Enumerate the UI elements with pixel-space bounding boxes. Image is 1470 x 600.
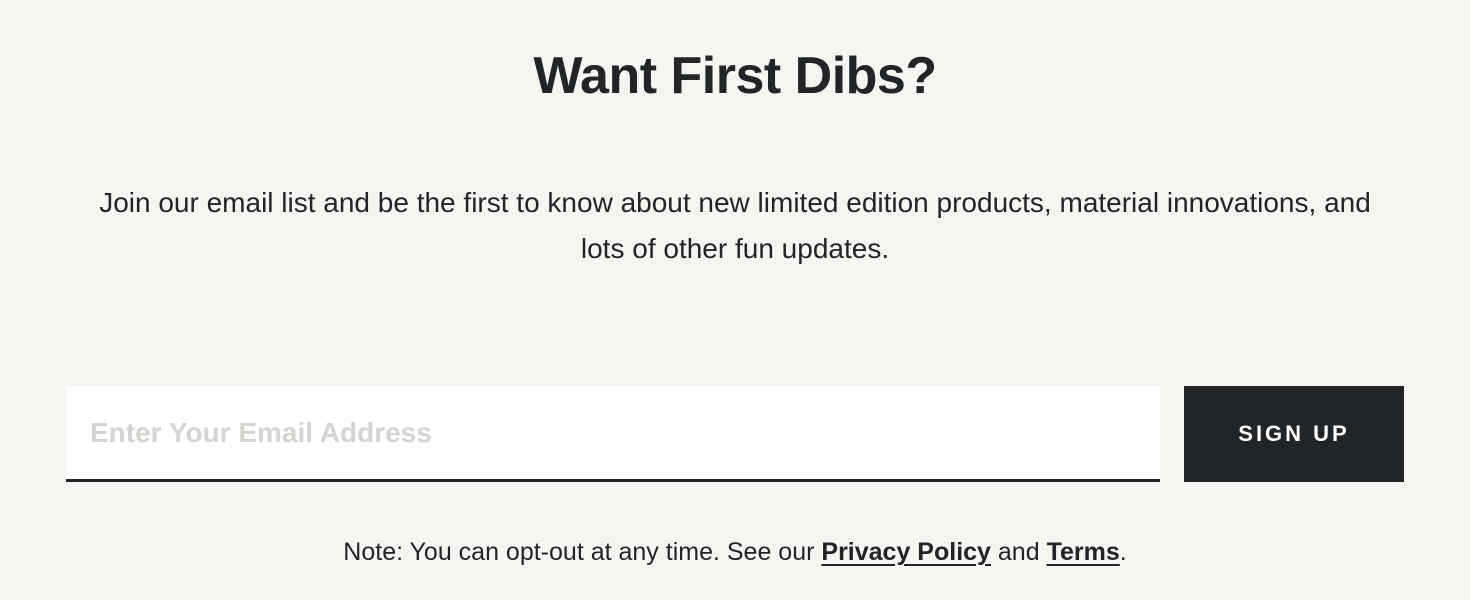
note-suffix: . [1120,538,1127,566]
privacy-policy-link[interactable]: Privacy Policy [821,538,991,566]
note-prefix: Note: You can opt-out at any time. See o… [343,538,821,566]
note-connector: and [991,538,1047,566]
signup-description: Join our email list and be the first to … [35,180,1435,272]
terms-link[interactable]: Terms [1047,538,1120,566]
signup-heading: Want First Dibs? [533,46,936,106]
email-field[interactable] [66,386,1160,482]
signup-note: Note: You can opt-out at any time. See o… [343,538,1126,567]
signup-form: SIGN UP [66,386,1404,482]
signup-button[interactable]: SIGN UP [1184,386,1404,482]
